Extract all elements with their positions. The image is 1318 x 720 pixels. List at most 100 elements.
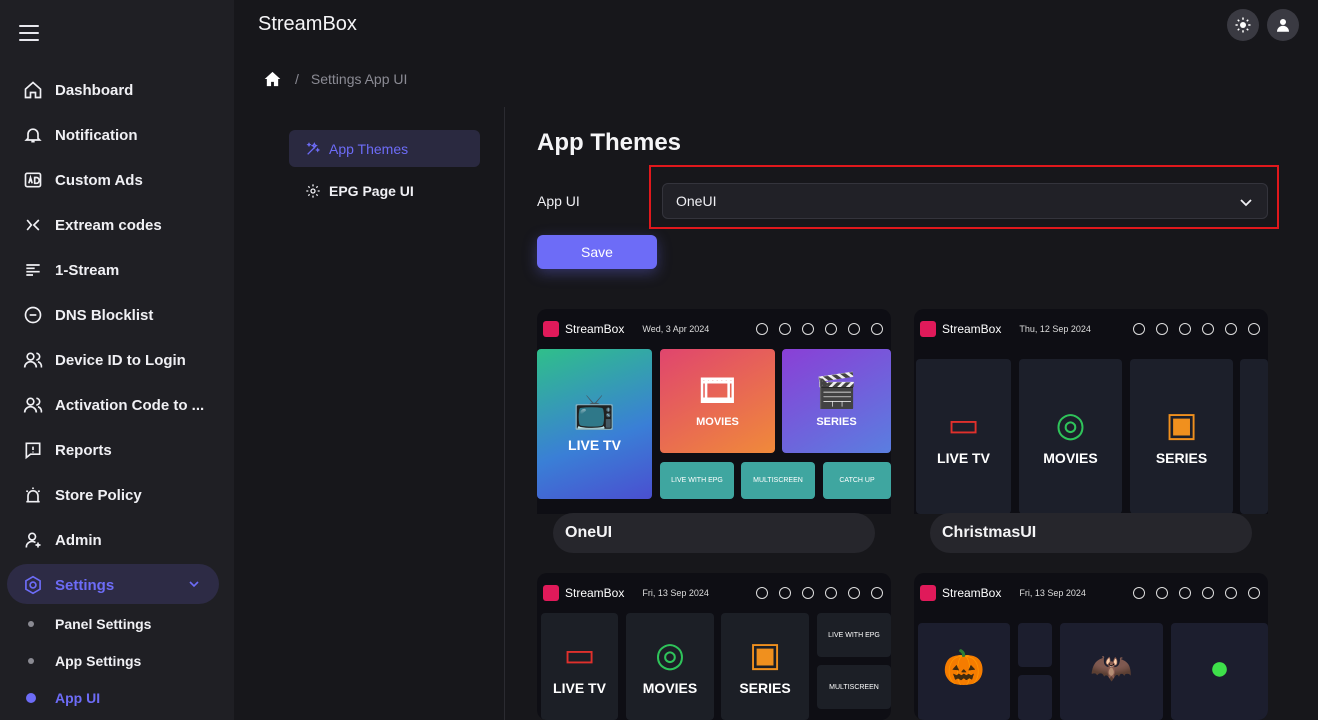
sidebar-item-label: Store Policy	[55, 486, 142, 504]
preview-side-tile	[1240, 359, 1268, 514]
preview-tile-movies: 🎞 MOVIES	[660, 349, 775, 453]
bell-icon	[22, 124, 44, 146]
chevron-down-icon[interactable]	[188, 578, 200, 590]
xtream-icon	[22, 214, 44, 236]
profile-button[interactable]	[1267, 9, 1299, 41]
theme-toggle-button[interactable]	[1227, 9, 1259, 41]
sidebar-item-dns-blocklist[interactable]: DNS Blocklist	[22, 303, 222, 327]
users-icon	[22, 394, 44, 416]
app-title: StreamBox	[258, 13, 357, 35]
sidebar-item-label: Settings	[55, 576, 115, 594]
cauldron-icon: ●	[1209, 648, 1230, 687]
sidebar-item-dashboard[interactable]: Dashboard	[22, 78, 222, 102]
sidebar-item-custom-ads[interactable]: Custom Ads	[22, 168, 222, 192]
sidebar-item-activation-code[interactable]: Activation Code to ...	[22, 393, 222, 417]
preview-tile-movies: ◎ MOVIES	[626, 613, 714, 720]
theme-preview: StreamBox Fri, 13 Sep 2024 🎃 🦇 ●	[914, 573, 1268, 720]
tile-label: MOVIES	[642, 679, 698, 696]
home-icon[interactable]	[264, 71, 281, 87]
gear-icon	[305, 183, 321, 199]
film-reel-icon: ◎	[655, 635, 685, 674]
stream-icon	[22, 259, 44, 281]
sidebar-item-label: DNS Blocklist	[55, 306, 154, 324]
preview-app-name: StreamBox	[565, 586, 625, 600]
streambox-logo-icon	[543, 321, 559, 337]
save-button[interactable]: Save	[537, 235, 657, 269]
theme-card-christmasui[interactable]: StreamBox Thu, 12 Sep 2024 ▭ LIVE TV ◎ M…	[914, 309, 1268, 553]
theme-card-label: ChristmasUI	[930, 513, 1252, 553]
tile-label: LIVE TV	[568, 437, 621, 453]
theme-card-oneui[interactable]: StreamBox Wed, 3 Apr 2024 📺 LIVE TV 🎞 MO…	[537, 309, 891, 553]
tile-label: SERIES	[1155, 449, 1208, 466]
preview-tile-series: ▣ SERIES	[1130, 359, 1233, 514]
preview-tile-series: 🎬 SERIES	[782, 349, 891, 453]
preview-topbar: StreamBox Wed, 3 Apr 2024	[537, 309, 891, 349]
preview-app-name: StreamBox	[942, 322, 1002, 336]
theme-card-4[interactable]: StreamBox Fri, 13 Sep 2024 🎃 🦇 ●	[914, 573, 1268, 720]
film-reel-icon: ◎	[1055, 405, 1086, 444]
theme-preview: StreamBox Thu, 12 Sep 2024 ▭ LIVE TV ◎ M…	[914, 309, 1268, 514]
sidebar-item-reports[interactable]: Reports	[22, 438, 222, 462]
sidebar-item-store-policy[interactable]: Store Policy	[22, 483, 222, 507]
preview-small-tile: CATCH UP	[823, 462, 891, 499]
app-ui-select[interactable]: OneUI	[662, 183, 1268, 219]
sidebar-subitem-label: App UI	[55, 690, 101, 706]
sidebar-subitem-app-settings[interactable]: App Settings	[28, 651, 141, 671]
tile-label: LIVE TV	[553, 679, 606, 696]
preview-tile-livetv: ▭ LIVE TV	[541, 613, 618, 720]
breadcrumb-separator: /	[295, 71, 299, 87]
preview-app-name: StreamBox	[942, 586, 1002, 600]
film-reel-icon: 🎞	[695, 372, 740, 410]
preview-tile-bat: 🦇	[1060, 623, 1163, 720]
sidebar-item-admin[interactable]: Admin	[22, 528, 222, 552]
theme-preview: StreamBox Wed, 3 Apr 2024 📺 LIVE TV 🎞 MO…	[537, 309, 891, 514]
preview-app-name: StreamBox	[565, 322, 625, 336]
preview-tile-series: ▣ SERIES	[721, 613, 809, 720]
tv-icon: ▭	[563, 635, 596, 674]
sidebar-subitem-panel-settings[interactable]: Panel Settings	[28, 614, 151, 634]
bullet-icon	[26, 693, 36, 703]
alarm-icon	[22, 484, 44, 506]
tab-app-themes[interactable]: App Themes	[289, 130, 480, 167]
select-value: OneUI	[676, 193, 717, 209]
sidebar-item-label: Custom Ads	[55, 171, 143, 189]
sidebar-subitem-app-ui[interactable]: App UI	[26, 688, 101, 708]
preview-icons	[1133, 323, 1260, 335]
clapper-icon: 🎬	[815, 372, 858, 410]
sidebar-item-extream-codes[interactable]: Extream codes	[22, 213, 222, 237]
sidebar: Dashboard Notification Custom Ads Extrea…	[0, 0, 234, 720]
magic-wand-icon	[305, 141, 321, 157]
preview-topbar: StreamBox Fri, 13 Sep 2024	[537, 573, 891, 613]
sidebar-item-notification[interactable]: Notification	[22, 123, 222, 147]
preview-topbar: StreamBox Fri, 13 Sep 2024	[914, 573, 1268, 613]
tile-label: MOVIES	[696, 416, 739, 428]
preview-tile-livetv: ▭ LIVE TV	[916, 359, 1011, 514]
bullet-icon	[28, 621, 34, 627]
breadcrumb-current: Settings App UI	[310, 71, 408, 87]
preview-icons	[756, 587, 883, 599]
sidebar-item-1-stream[interactable]: 1-Stream	[22, 258, 222, 282]
tab-label: EPG Page UI	[329, 182, 414, 199]
tile-label: LIVE TV	[937, 449, 990, 466]
ad-icon	[22, 169, 44, 191]
sidebar-item-label: Activation Code to ...	[55, 396, 205, 414]
preview-icons	[756, 323, 883, 335]
sidebar-item-label: Notification	[55, 126, 138, 144]
preview-topbar: StreamBox Thu, 12 Sep 2024	[914, 309, 1268, 349]
sun-icon	[1235, 17, 1251, 33]
clapper-icon: ▣	[1165, 405, 1198, 444]
bat-icon: 🦇	[1090, 648, 1133, 687]
preview-tile-cauldron: ●	[1171, 623, 1268, 720]
tab-epg-page-ui[interactable]: EPG Page UI	[289, 172, 480, 209]
menu-toggle-icon[interactable]	[19, 25, 39, 41]
tab-label: App Themes	[329, 140, 409, 157]
preview-date: Fri, 13 Sep 2024	[1019, 588, 1086, 598]
theme-card-3[interactable]: StreamBox Fri, 13 Sep 2024 ▭ LIVE TV ◎ M…	[537, 573, 891, 720]
preview-bones-tile	[1018, 675, 1052, 720]
preview-date: Wed, 3 Apr 2024	[642, 324, 710, 334]
sidebar-item-label: 1-Stream	[55, 261, 120, 279]
tile-label: SERIES	[816, 416, 857, 428]
bullet-icon	[28, 658, 34, 664]
sidebar-item-device-id[interactable]: Device ID to Login	[22, 348, 222, 372]
preview-tile-livetv: 📺 LIVE TV	[537, 349, 652, 499]
